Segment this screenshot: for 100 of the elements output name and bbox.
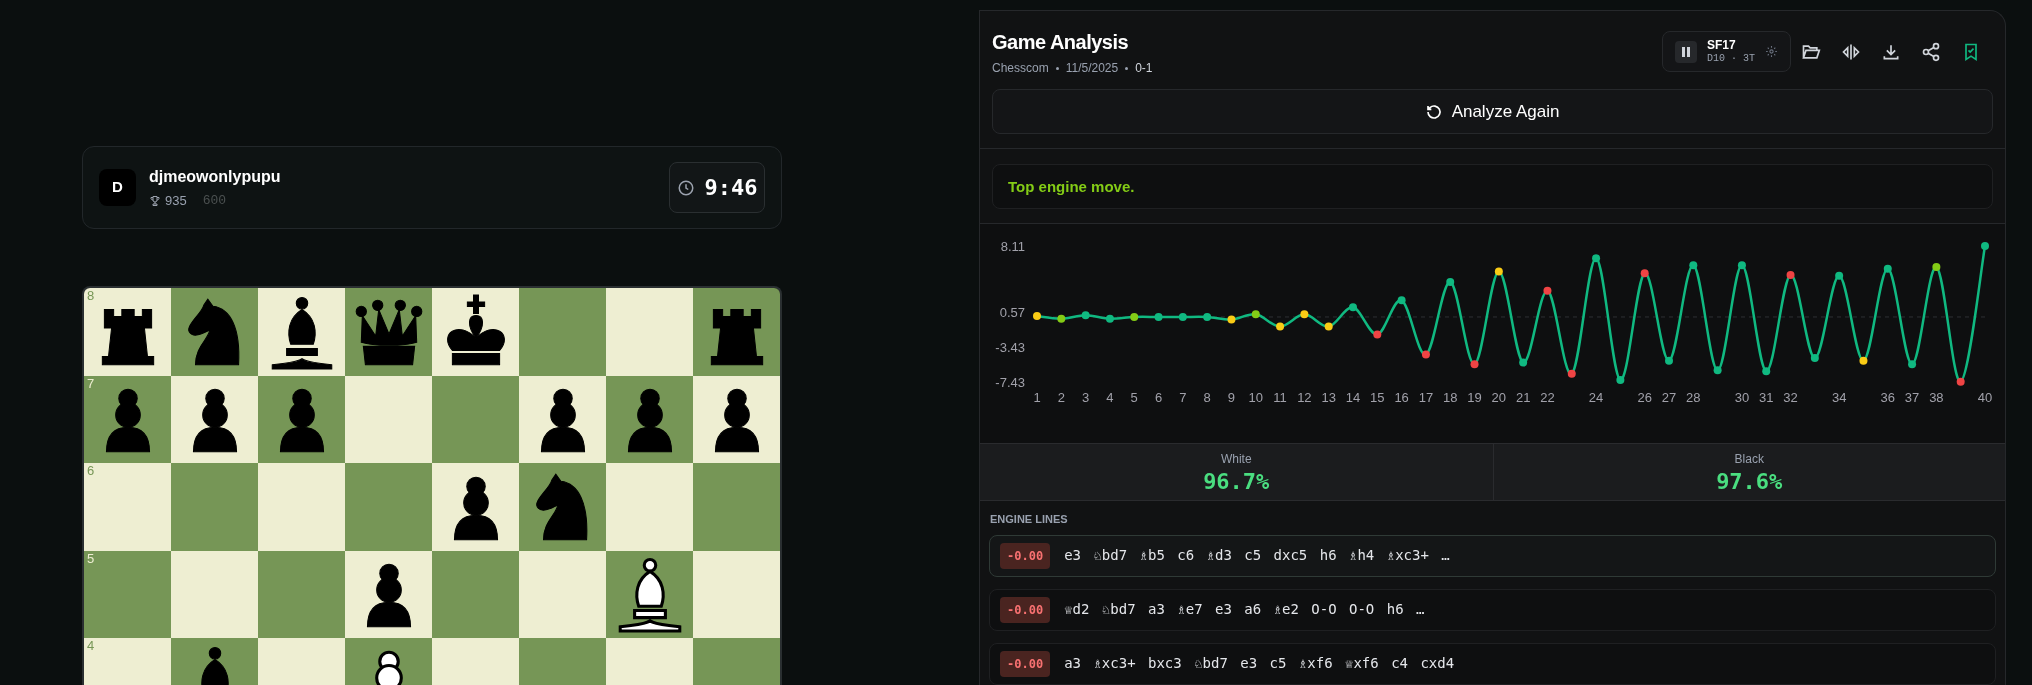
board-square[interactable] [345,550,432,638]
move-point[interactable] [1956,378,1965,387]
engine-name: SF17 [1707,37,1737,53]
move-point[interactable] [1592,254,1601,263]
board-square[interactable] [432,463,519,551]
rank-label: 7 [87,376,95,390]
engine-settings: D10 · 3T [1707,52,1755,66]
x-axis-label: 30 [1734,390,1750,406]
x-axis-label: 1 [1033,390,1041,406]
board-square[interactable] [345,288,432,376]
move-point[interactable] [1519,358,1528,367]
move-point[interactable] [1397,296,1406,305]
y-axis-label: 8.11 [1000,239,1025,255]
rank-label: 6 [87,464,95,477]
move-point[interactable] [1932,263,1941,272]
move-point[interactable] [1324,323,1333,332]
trophy-icon [149,194,161,207]
rank-label: 8 [87,289,95,302]
move-point[interactable] [1470,360,1479,369]
move-point[interactable] [1543,287,1552,296]
move-point[interactable] [1105,315,1114,324]
move-point[interactable] [1033,312,1041,321]
move-point[interactable] [1908,360,1917,369]
board-square[interactable] [258,375,345,463]
move-point[interactable] [1786,271,1795,280]
pause-icon[interactable] [1675,40,1697,63]
move-point[interactable] [1616,376,1625,385]
x-axis-label: 17 [1418,390,1434,406]
x-axis-label: 8 [1203,390,1211,406]
accuracy-value: 96.7% [1203,467,1270,496]
move-point[interactable] [1081,311,1090,320]
move-point[interactable] [1640,269,1649,278]
move-point[interactable] [1981,242,1989,251]
move-point[interactable] [1276,323,1285,332]
x-axis-label: 26 [1637,390,1652,406]
board-square[interactable] [693,288,780,376]
move-point[interactable] [1203,313,1212,322]
move-point[interactable] [1762,367,1771,376]
board-square[interactable] [171,375,258,463]
board-square[interactable] [171,288,258,376]
x-axis-label: 34 [1831,390,1847,406]
move-point[interactable] [1349,303,1357,312]
move-point[interactable] [1494,267,1503,276]
clock-icon [676,178,695,197]
x-axis-label: 14 [1345,390,1361,406]
move-point[interactable] [1373,330,1382,339]
move-sequence: a3 ♗xc3+ bxc3 ♘bd7 e3 c5 ♗xf6 ♕xf6 c4 cxd4 [1064,654,1455,674]
move-point[interactable] [1154,313,1163,322]
rank-label: 4 [87,639,95,652]
engine-selector[interactable]: SF17 D10 · 3T [1662,31,1791,72]
x-axis-label: 3 [1082,390,1090,406]
board-square[interactable] [606,375,693,463]
x-axis-label: 13 [1321,390,1336,406]
move-point[interactable] [1251,310,1260,319]
x-axis-label: 27 [1661,390,1677,406]
move-point[interactable] [1446,278,1455,287]
player-avatar: D [99,169,136,206]
accuracy-label: White [1220,450,1252,468]
move-point[interactable] [1665,357,1673,366]
y-axis-label: -3.43 [995,340,1025,356]
move-point[interactable] [1737,261,1746,270]
move-sequence: ♕d2 ♘bd7 a3 ♗e7 e3 a6 ♗e2 O-O O-O h6 … [1064,600,1425,620]
board-square[interactable] [519,375,606,463]
board-square[interactable] [258,288,345,376]
move-point[interactable] [1421,351,1430,360]
move-point[interactable] [1859,357,1868,366]
share-icon[interactable] [1921,41,1941,62]
evaluation-badge: -0.00 [1000,651,1051,677]
move-point[interactable] [1567,370,1576,379]
move-point[interactable] [1227,316,1236,325]
x-axis-label: 15 [1370,390,1385,406]
move-point[interactable] [1178,313,1187,322]
move-point[interactable] [1835,272,1844,281]
move-point[interactable] [1057,315,1066,324]
move-point[interactable] [1713,366,1722,375]
x-axis-label: 12 [1297,390,1312,406]
move-point[interactable] [1300,310,1309,319]
x-axis-label: 5 [1130,390,1138,406]
board-square[interactable] [606,550,693,638]
move-sequence: e3 ♘bd7 ♗b5 c6 ♗d3 c5 dxc5 h6 ♗h4 ♗xc3+ … [1064,546,1450,566]
move-point[interactable] [1810,354,1819,363]
y-axis-label: 0.57 [999,305,1025,321]
board-square[interactable] [432,288,519,376]
move-point[interactable] [1883,265,1892,274]
move-point[interactable] [1130,313,1139,322]
x-axis-label: 22 [1540,390,1555,406]
x-axis-label: 11 [1273,390,1287,406]
x-axis-label: 19 [1467,390,1482,406]
clock-time: 9:46 [704,174,758,202]
x-axis-label: 2 [1057,390,1065,406]
board-square[interactable] [693,375,780,463]
board-square[interactable] [519,463,606,551]
analyze-again-button[interactable]: Analyze Again [992,89,1993,135]
move-point[interactable] [1689,261,1698,270]
x-axis-label: 32 [1783,390,1798,406]
x-axis-label: 20 [1491,390,1507,406]
x-axis-label: 21 [1515,390,1531,406]
move-feedback: Top engine move. [992,164,1993,210]
x-axis-label: 40 [1977,390,1993,406]
player-secondary-rating: 600 [202,191,227,210]
